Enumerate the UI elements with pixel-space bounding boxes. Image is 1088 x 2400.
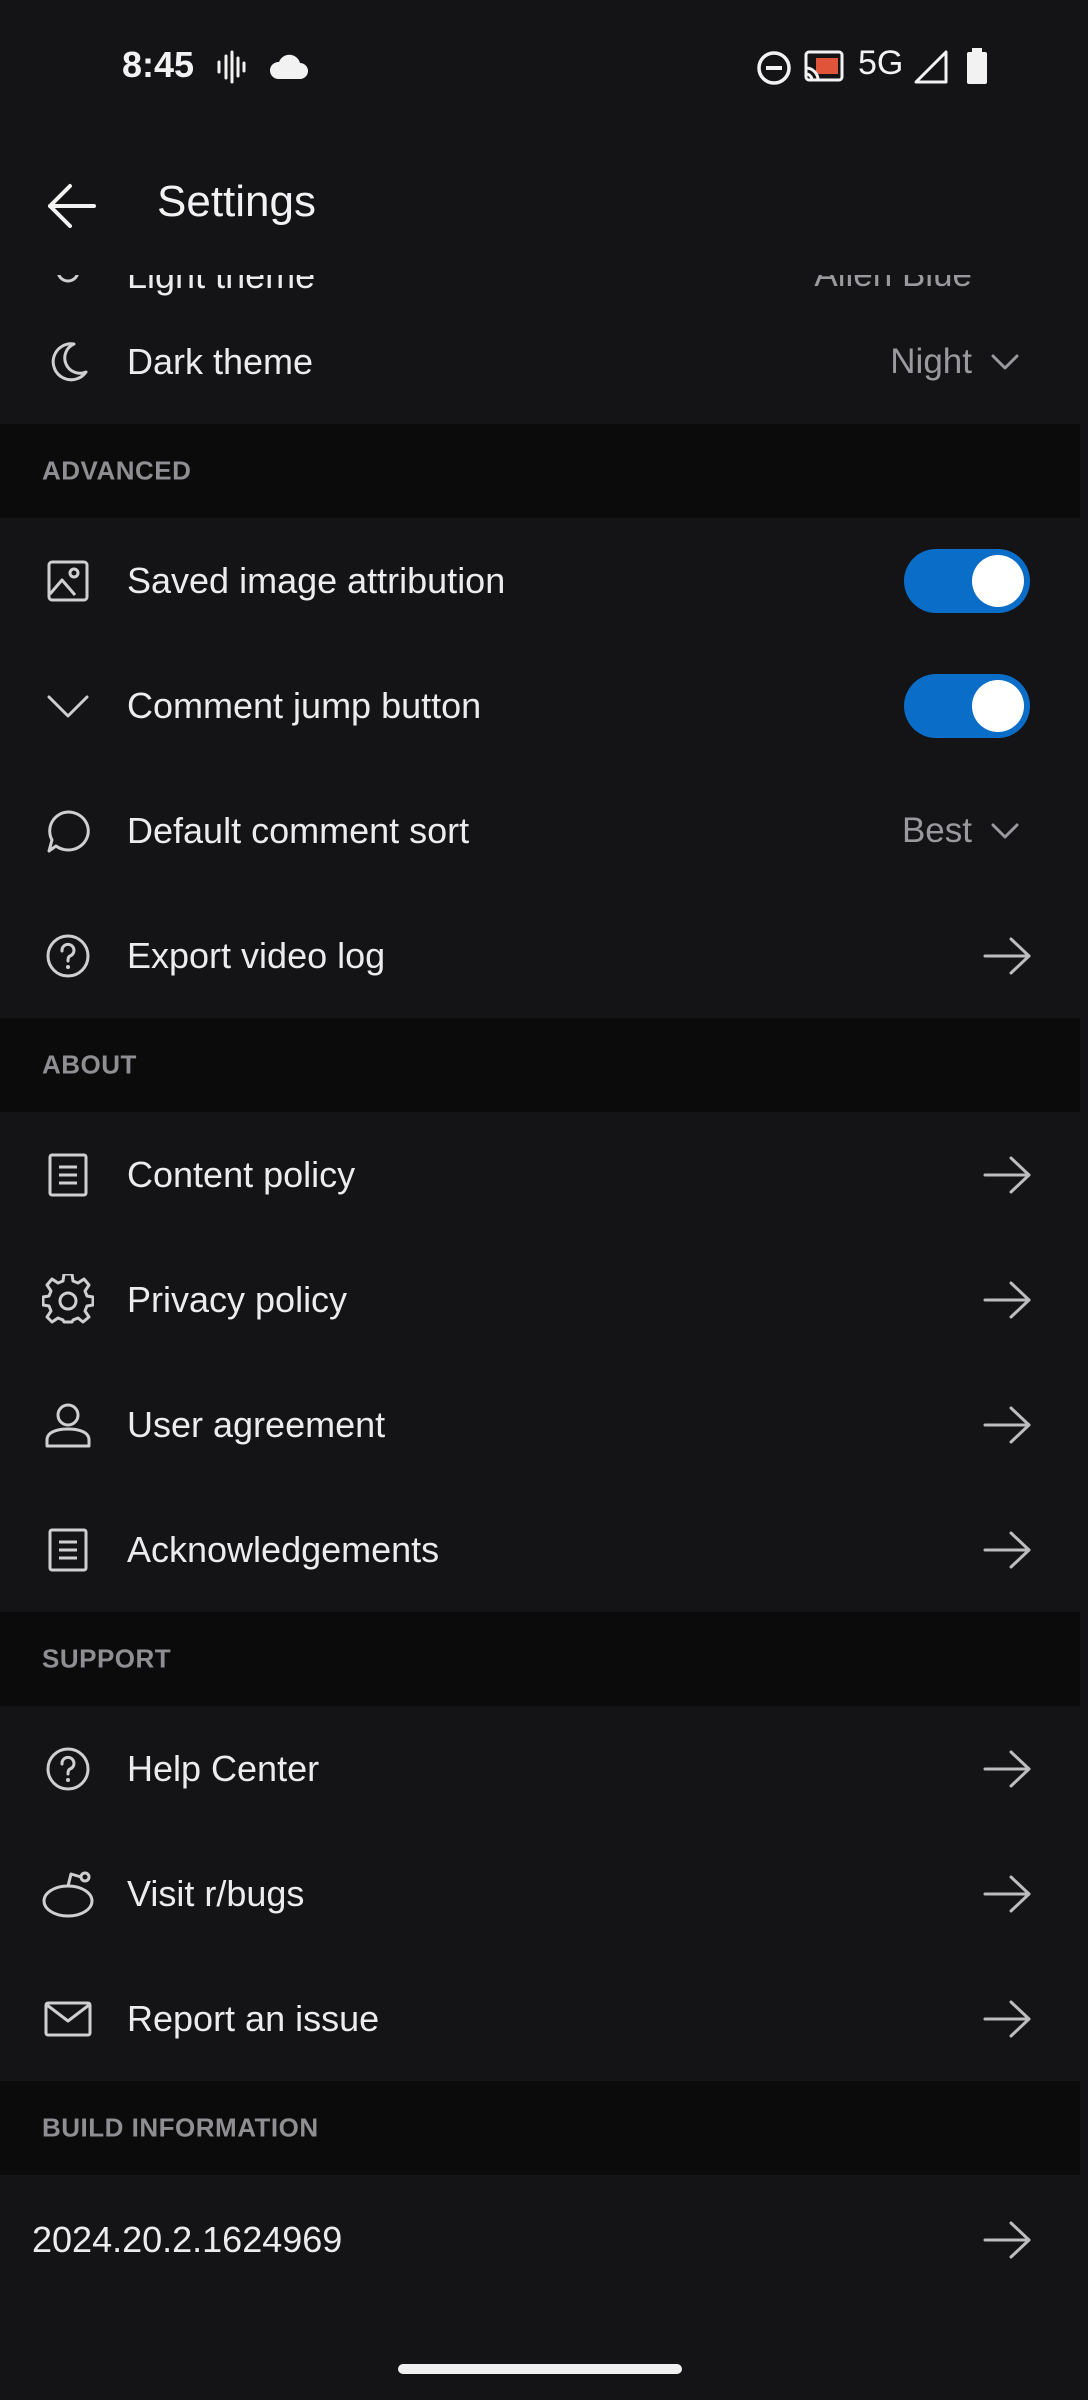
settings-screen: 8:45 5G Settings Light theme Alie — [0, 0, 1088, 2400]
settings-row-user-agreement[interactable]: User agreement — [0, 1362, 1080, 1487]
settings-row-light-theme[interactable]: Light theme Alien Blue — [0, 275, 1080, 299]
section-title: ABOUT — [42, 1049, 137, 1080]
settings-row-build-version[interactable]: 2024.20.2.1624969 — [0, 2175, 1080, 2305]
document-icon — [40, 1147, 96, 1203]
home-indicator[interactable] — [398, 2364, 682, 2374]
gear-icon — [40, 1272, 96, 1328]
section-title: BUILD INFORMATION — [42, 2112, 319, 2143]
row-value: Best — [901, 810, 972, 850]
settings-list: Light theme Alien Blue Dark theme Night … — [0, 275, 1088, 2305]
arrow-right-icon — [980, 1147, 1036, 1203]
settings-row-dark-theme[interactable]: Dark theme Night — [0, 299, 1080, 424]
comment-icon — [40, 803, 96, 859]
row-label: Privacy policy — [127, 1278, 348, 1320]
settings-row-report-an-issue[interactable]: Report an issue — [0, 1956, 1080, 2081]
section-title: SUPPORT — [42, 1643, 172, 1674]
settings-row-acknowledgements[interactable]: Acknowledgements — [0, 1487, 1080, 1612]
back-arrow-icon — [48, 184, 96, 228]
back-button[interactable] — [36, 170, 108, 242]
saved-image-attribution-toggle[interactable] — [904, 548, 1030, 613]
settings-row-help-center[interactable]: Help Center — [0, 1706, 1080, 1831]
reddit-icon — [40, 1866, 96, 1922]
chevron-down-icon — [988, 345, 1022, 379]
row-label: Report an issue — [127, 1997, 380, 2039]
row-value: Alien Blue — [814, 275, 972, 295]
row-label: Default comment sort — [127, 809, 470, 851]
row-label: Help Center — [127, 1747, 320, 1789]
voice-wave-icon — [216, 50, 246, 89]
arrow-right-icon — [980, 1991, 1036, 2047]
arrow-right-icon — [980, 2212, 1036, 2268]
arrow-right-icon — [980, 1272, 1036, 1328]
moon-icon — [40, 334, 96, 390]
document-icon — [40, 1522, 96, 1578]
settings-row-export-video-log[interactable]: Export video log — [0, 893, 1080, 1018]
section-header-support: SUPPORT — [0, 1612, 1080, 1706]
row-label: Light theme — [127, 275, 316, 296]
status-bar: 8:45 5G — [0, 0, 1088, 135]
row-value: Night — [890, 341, 972, 381]
user-icon — [40, 1397, 96, 1453]
arrow-right-icon — [980, 928, 1036, 984]
row-label: Acknowledgements — [127, 1528, 440, 1570]
row-label: User agreement — [127, 1403, 386, 1445]
row-label: Visit r/bugs — [127, 1872, 305, 1914]
help-icon — [40, 1741, 96, 1797]
page-title: Settings — [157, 177, 316, 226]
arrow-right-icon — [980, 1397, 1036, 1453]
build-version: 2024.20.2.1624969 — [32, 2219, 343, 2260]
row-label: Content policy — [127, 1153, 356, 1195]
chevron-down-icon — [40, 678, 96, 734]
section-header-advanced: ADVANCED — [0, 424, 1080, 518]
help-icon — [40, 928, 96, 984]
settings-row-privacy-policy[interactable]: Privacy policy — [0, 1237, 1080, 1362]
mail-icon — [40, 1991, 96, 2047]
settings-row-comment-jump-button[interactable]: Comment jump button — [0, 643, 1080, 768]
do-not-disturb-icon — [756, 50, 792, 91]
settings-row-visit-r-bugs[interactable]: Visit r/bugs — [0, 1831, 1080, 1956]
sun-icon — [44, 275, 92, 299]
toggle-knob — [972, 554, 1024, 607]
signal-icon — [914, 50, 948, 89]
section-title: ADVANCED — [42, 455, 192, 486]
settings-row-saved-image-attribution[interactable]: Saved image attribution — [0, 518, 1080, 643]
chevron-down-icon — [988, 814, 1022, 848]
row-label: Dark theme — [127, 340, 314, 382]
settings-row-content-policy[interactable]: Content policy — [0, 1112, 1080, 1237]
row-label: Export video log — [127, 934, 386, 976]
comment-jump-button-toggle[interactable] — [904, 673, 1030, 738]
arrow-right-icon — [980, 1522, 1036, 1578]
app-bar: Settings — [0, 135, 1088, 275]
row-label: Saved image attribution — [127, 559, 506, 601]
arrow-right-icon — [980, 1741, 1036, 1797]
settings-row-default-comment-sort[interactable]: Default comment sort Best — [0, 768, 1080, 893]
section-header-build-information: BUILD INFORMATION — [0, 2081, 1080, 2175]
battery-icon — [966, 48, 988, 89]
arrow-right-icon — [980, 1866, 1036, 1922]
section-header-about: ABOUT — [0, 1018, 1080, 1112]
cast-icon — [804, 50, 844, 89]
image-icon — [40, 553, 96, 609]
toggle-knob — [972, 679, 1024, 732]
cloud-icon — [268, 54, 308, 85]
row-label: Comment jump button — [127, 684, 482, 726]
status-time: 8:45 — [122, 44, 195, 85]
network-type: 5G — [858, 44, 904, 82]
